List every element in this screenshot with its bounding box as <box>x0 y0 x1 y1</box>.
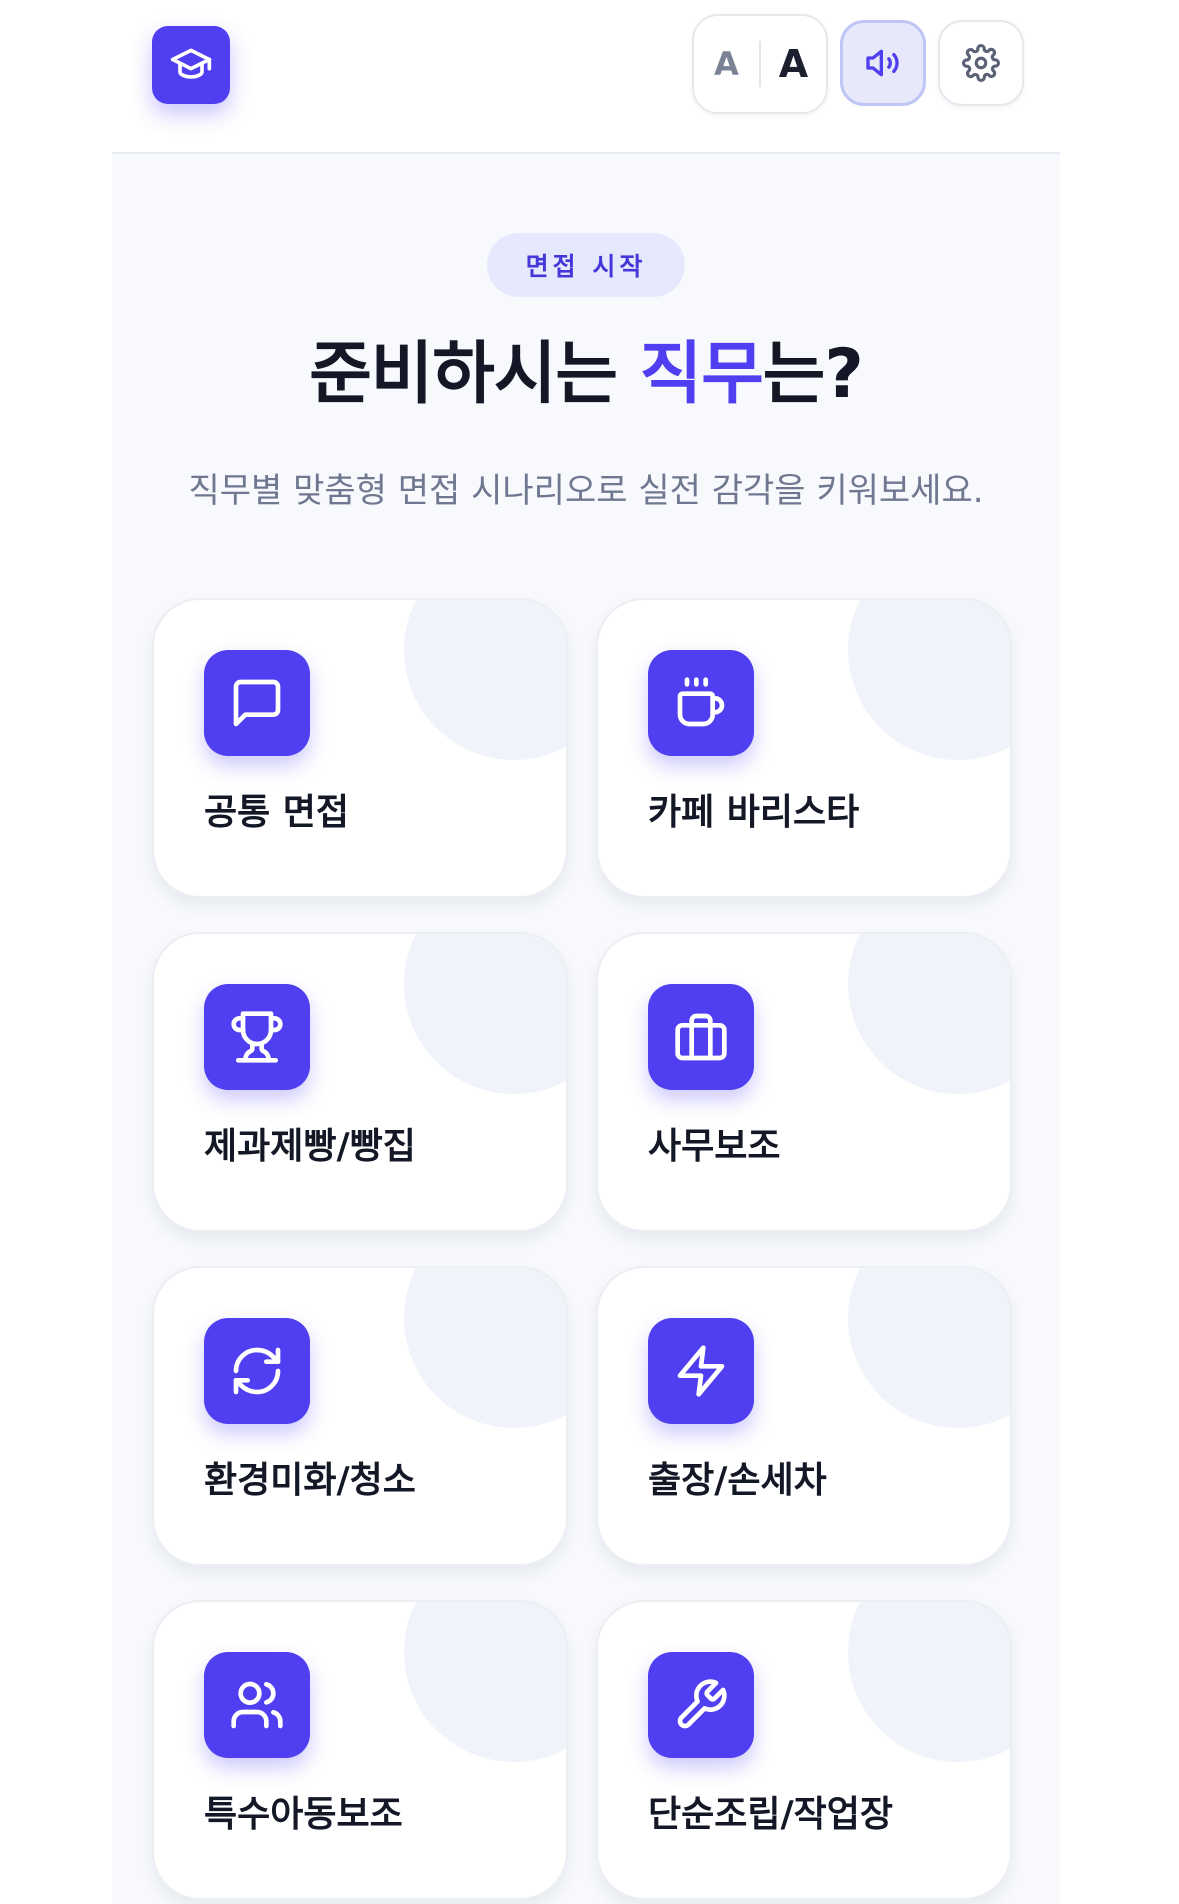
app-frame: A A 면접 시작 준비하시는 직무는? 직무별 맞춤형 면접 시나리오로 실전… <box>112 0 1060 1904</box>
card-icon-box <box>648 650 754 756</box>
title-accent: 직무 <box>639 335 764 414</box>
job-card-label: 제과제빵/빵집 <box>204 1126 416 1167</box>
job-card-label: 출장/손세차 <box>648 1460 827 1501</box>
job-card-label: 공통 면접 <box>204 792 350 833</box>
job-card-bakery[interactable]: 제과제빵/빵집 <box>152 932 568 1232</box>
speaker-icon <box>863 43 903 83</box>
font-decrease-button[interactable]: A <box>694 16 759 112</box>
job-card-label: 특수아동보조 <box>204 1794 403 1835</box>
settings-button[interactable] <box>938 20 1024 106</box>
card-decoration <box>404 1602 566 1762</box>
title-prefix: 준비하시는 <box>309 335 640 414</box>
lightning-icon <box>673 1343 729 1399</box>
job-card-assembly-workshop[interactable]: 단순조립/작업장 <box>596 1600 1012 1900</box>
job-card-label: 사무보조 <box>648 1126 781 1167</box>
card-decoration <box>848 1268 1010 1428</box>
card-icon-box <box>648 1318 754 1424</box>
coffee-cup-icon <box>673 675 729 731</box>
users-icon <box>229 1677 285 1733</box>
font-size-toggle: A A <box>692 14 828 114</box>
font-increase-button[interactable]: A <box>761 16 826 112</box>
wrench-icon <box>673 1677 729 1733</box>
job-card-cafe-barista[interactable]: 카페 바리스타 <box>596 598 1012 898</box>
card-decoration <box>848 1602 1010 1762</box>
card-decoration <box>848 934 1010 1094</box>
gear-icon <box>962 44 1000 82</box>
card-icon-box <box>204 1652 310 1758</box>
card-decoration <box>848 600 1010 760</box>
trophy-icon <box>229 1009 285 1065</box>
job-card-label: 카페 바리스타 <box>648 792 860 833</box>
app-logo[interactable] <box>152 26 230 104</box>
card-icon-box <box>648 984 754 1090</box>
card-icon-box <box>204 1318 310 1424</box>
job-card-car-wash[interactable]: 출장/손세차 <box>596 1266 1012 1566</box>
graduation-cap-icon <box>169 43 213 87</box>
card-decoration <box>404 1268 566 1428</box>
job-card-label: 단순조립/작업장 <box>648 1794 893 1835</box>
job-card-office-assistant[interactable]: 사무보조 <box>596 932 1012 1232</box>
refresh-icon <box>229 1343 285 1399</box>
card-decoration <box>404 934 566 1094</box>
card-icon-box <box>204 984 310 1090</box>
job-card-common-interview[interactable]: 공통 면접 <box>152 598 568 898</box>
job-card-label: 환경미화/청소 <box>204 1460 416 1501</box>
top-header: A A <box>112 0 1060 154</box>
briefcase-icon <box>673 1009 729 1065</box>
page-title: 준비하시는 직무는? <box>112 330 1060 420</box>
card-icon-box <box>648 1652 754 1758</box>
start-interview-badge: 면접 시작 <box>487 233 685 297</box>
page-subtitle: 직무별 맞춤형 면접 시나리오로 실전 감각을 키워보세요. <box>188 471 984 511</box>
chat-bubble-icon <box>229 675 285 731</box>
speaker-button[interactable] <box>840 20 926 106</box>
card-icon-box <box>204 650 310 756</box>
card-decoration <box>404 600 566 760</box>
job-card-special-child-assistant[interactable]: 특수아동보조 <box>152 1600 568 1900</box>
job-card-cleaning[interactable]: 환경미화/청소 <box>152 1266 568 1566</box>
title-suffix: 는? <box>762 335 864 414</box>
